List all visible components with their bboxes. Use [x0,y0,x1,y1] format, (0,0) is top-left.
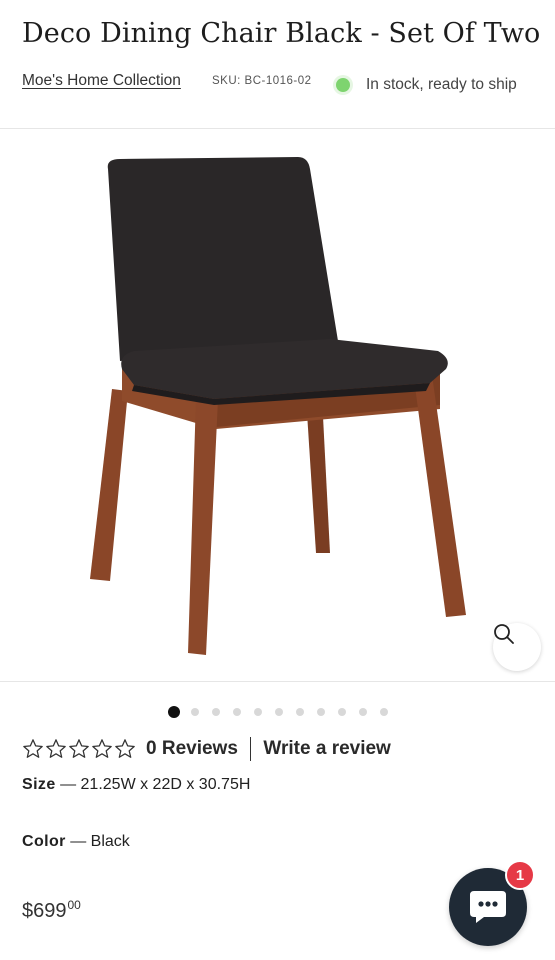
color-label: Color [22,833,66,850]
gallery-dot[interactable] [254,708,262,716]
color-spec: Color — Black [22,833,130,851]
chat-notification-badge: 1 [505,860,535,890]
in-stock-indicator-icon [336,78,350,92]
magnifier-icon [494,624,514,644]
star-outline-icon[interactable] [68,738,90,760]
star-outline-icon[interactable] [45,738,67,760]
rating-stars[interactable] [22,738,136,760]
gallery-pagination [168,706,401,718]
gallery-dot[interactable] [275,708,283,716]
size-value: — 21.25W x 22D x 30.75H [60,776,251,793]
zoom-button[interactable] [493,623,541,671]
price: $69900 [22,898,81,923]
price-cents: 00 [67,898,81,912]
reviews-count[interactable]: 0 Reviews [146,738,238,760]
product-image-gallery[interactable] [0,128,555,682]
sku-label: SKU: BC-1016-02 [212,75,312,87]
size-label: Size [22,776,56,793]
reviews-row: 0 Reviews Write a review [22,736,391,762]
stock-status: In stock, ready to ship [366,76,517,93]
product-title: Deco Dining Chair Black - Set Of Two [22,18,541,49]
star-outline-icon[interactable] [22,738,44,760]
gallery-dot[interactable] [233,708,241,716]
write-review-link[interactable]: Write a review [263,738,390,760]
gallery-dot[interactable] [317,708,325,716]
gallery-dot[interactable] [359,708,367,716]
star-outline-icon[interactable] [114,738,136,760]
star-outline-icon[interactable] [91,738,113,760]
gallery-dot[interactable] [338,708,346,716]
size-spec: Size — 21.25W x 22D x 30.75H [22,776,250,794]
chat-bubble-icon [470,891,506,923]
gallery-dot[interactable] [380,708,388,716]
vendor-link[interactable]: Moe's Home Collection [22,72,181,90]
chair-product-image [90,157,466,655]
gallery-dot[interactable] [168,706,180,718]
gallery-dot[interactable] [212,708,220,716]
price-main: $699 [22,900,67,922]
gallery-dot[interactable] [191,708,199,716]
product-meta: Moe's Home Collection SKU: BC-1016-02 In… [22,72,542,94]
color-value: — Black [70,833,130,850]
divider [249,737,252,761]
gallery-dot[interactable] [296,708,304,716]
